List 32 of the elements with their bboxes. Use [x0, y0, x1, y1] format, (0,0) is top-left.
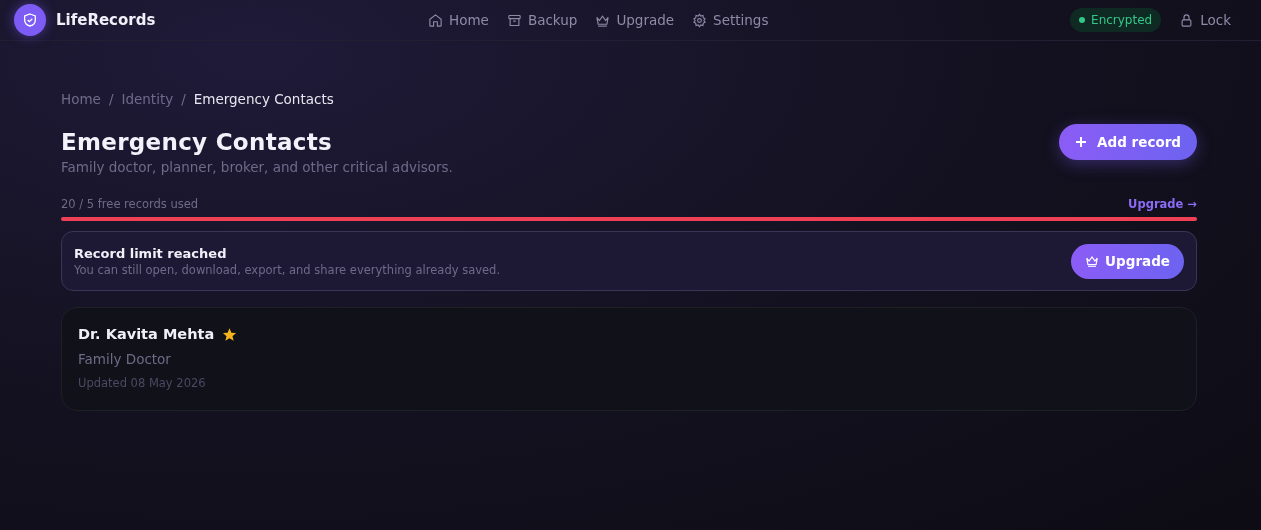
breadcrumb-link[interactable]: Identity [121, 91, 174, 107]
nav-link[interactable]: Settings [692, 12, 769, 28]
record-updated-date: Updated 08 May 2026 [78, 376, 207, 390]
upgrade-button[interactable]: Upgrade [1071, 243, 1184, 279]
record-card[interactable]: Dr. Kavita Mehta Family Doctor Updated 08 May 2026 [61, 307, 1197, 411]
page-title: Emergency Contacts [61, 129, 333, 155]
archive-icon [506, 12, 522, 28]
page-subtitle: Family doctor, planner, broker, and other critical advisors. [61, 159, 453, 175]
crown-icon [595, 12, 611, 28]
usage-label: 20 / 5 free records used [61, 197, 199, 211]
lock-button[interactable]: Lock [1179, 12, 1231, 28]
shield-logo-icon [14, 4, 46, 36]
app-name: LifeRecords [56, 11, 156, 29]
home-icon [428, 12, 443, 28]
lock-icon [1179, 12, 1195, 28]
record-role: Family Doctor [78, 351, 172, 367]
breadcrumb-link[interactable]: Home [61, 91, 101, 107]
nav-link[interactable]: Backup [506, 12, 578, 28]
banner-title: Record limit reached [74, 245, 228, 261]
crown-icon [1085, 254, 1100, 268]
banner-message: You can still open, download, export, and share everything already saved. [74, 262, 501, 277]
breadcrumb-current: Emergency Contacts [193, 91, 334, 107]
nav-link[interactable]: Home [428, 12, 489, 28]
encrypted-badge: Encrypted [1070, 8, 1162, 32]
settings-icon [692, 12, 708, 28]
breadcrumb-separator: / [181, 91, 186, 107]
plus-icon [1075, 136, 1088, 148]
upgrade-link[interactable]: Upgrade → [1128, 197, 1197, 211]
record-name: Dr. Kavita Mehta [78, 326, 215, 342]
breadcrumb-separator: / [108, 91, 114, 107]
nav-link[interactable]: Upgrade [595, 12, 675, 28]
add-record-button[interactable]: Add record [1059, 124, 1197, 160]
